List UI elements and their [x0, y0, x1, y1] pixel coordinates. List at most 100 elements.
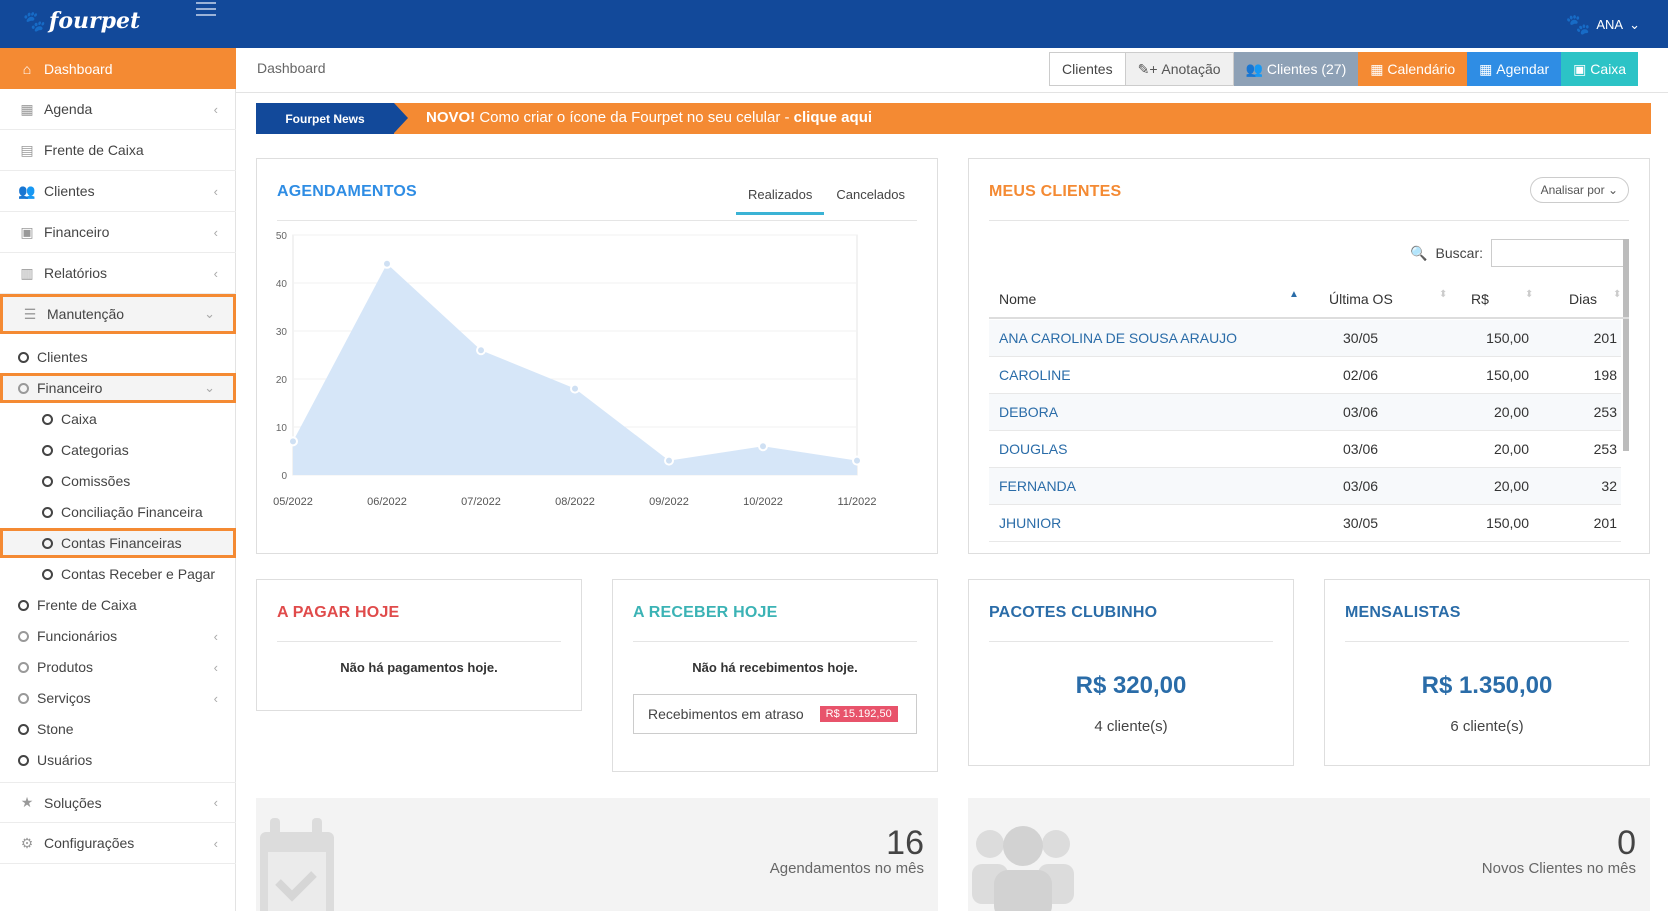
calendario-button[interactable]: ▦ Calendário	[1358, 52, 1468, 86]
column-nome[interactable]: Nome	[999, 291, 1036, 307]
submenu-caixa[interactable]: Caixa	[42, 404, 97, 434]
table-row[interactable]: DOUGLAS 03/06 20,00 253	[989, 431, 1621, 468]
tab-cancelados[interactable]: Cancelados	[824, 181, 917, 215]
search-icon: 🔍	[1410, 244, 1428, 261]
button-label: Caixa	[1590, 61, 1627, 77]
chevron-left-icon: ‹	[213, 795, 218, 810]
news-arrow	[394, 103, 408, 133]
data-point	[476, 345, 486, 356]
sidebar-item-configuracoes[interactable]: ⚙ Configurações ‹	[0, 823, 236, 864]
sidebar-item-relatorios[interactable]: ▥ Relatórios ‹	[0, 253, 236, 294]
client-name-link[interactable]: CAROLINE	[999, 367, 1071, 383]
chevron-left-icon: ‹	[213, 659, 218, 675]
table-scrollbar[interactable]	[1623, 239, 1629, 451]
submenu-clientes[interactable]: Clientes	[18, 342, 88, 372]
column-ultima-os[interactable]: Última OS	[1329, 291, 1393, 307]
chevron-down-icon: ⌄	[204, 380, 215, 395]
submenu-produtos[interactable]: Produtos ‹	[18, 652, 236, 682]
sidebar-item-clientes[interactable]: 👥 Clientes ‹	[0, 171, 236, 212]
stat-agendamentos: 16 Agendamentos no mês	[256, 798, 938, 911]
sort-icon: ⬍	[1525, 289, 1534, 300]
user-menu[interactable]: 🐾 ANA ⌄	[1565, 12, 1640, 37]
stat-value: 16	[886, 824, 924, 862]
clientes-button[interactable]: Clientes	[1049, 52, 1126, 86]
users-icon: 👥	[1245, 60, 1267, 77]
sidebar-item-label: Frente de Caixa	[44, 142, 144, 158]
home-icon: ⌂	[22, 60, 32, 77]
stat-novos-clientes: 0 Novos Clientes no mês	[968, 798, 1650, 911]
submenu-conciliacao-financeira[interactable]: Conciliação Financeira	[42, 497, 203, 527]
submenu-usuarios[interactable]: Usuários	[18, 745, 92, 775]
circle-icon	[18, 351, 29, 363]
sidebar-item-solucoes[interactable]: ★ Soluções ‹	[0, 782, 236, 823]
caixa-button[interactable]: ▣ Caixa	[1561, 52, 1639, 86]
client-name-link[interactable]: DOUGLAS	[999, 441, 1067, 457]
client-name-link[interactable]: DEBORA	[999, 404, 1058, 420]
sidebar-item-label: Relatórios	[44, 265, 108, 281]
valor-cell: 150,00	[1486, 515, 1529, 531]
cogs-icon: ⚙	[20, 834, 34, 851]
fourpet-logo[interactable]: 🐾 fourpet	[20, 8, 140, 34]
sidebar-item-manutencao[interactable]: ☰ Manutenção ⌄	[0, 294, 236, 334]
search-input[interactable]	[1491, 239, 1629, 267]
dias-cell: 32	[1601, 478, 1617, 494]
data-point	[570, 383, 580, 394]
sidebar-item-label: Configurações	[44, 835, 135, 851]
agendar-button[interactable]: ▦ Agendar	[1467, 52, 1562, 86]
y-tick-label: 20	[276, 375, 288, 386]
table-row[interactable]: ANA CAROLINA DE SOUSA ARAUJO 30/05 150,00 2…	[989, 320, 1621, 357]
recebimentos-atraso[interactable]: Recebimentos em atraso R$ 15.192,50	[633, 694, 917, 734]
calendar-check-icon	[260, 818, 334, 911]
submenu-comissoes[interactable]: Comissões	[42, 466, 130, 496]
sidebar-item-label: Financeiro	[44, 224, 110, 240]
y-tick-label: 40	[276, 279, 288, 290]
tab-realizados[interactable]: Realizados	[736, 181, 825, 215]
chevron-left-icon: ‹	[213, 101, 218, 117]
analisar-por-dropdown[interactable]: Analisar por ⌄	[1529, 177, 1629, 203]
submenu-label: Contas Financeiras	[61, 535, 182, 551]
news-text[interactable]: NOVO! Como criar o ícone da Fourpet no s…	[426, 109, 872, 126]
clientes-count-button[interactable]: 👥 Clientes (27)	[1233, 52, 1359, 86]
y-tick-label: 30	[276, 327, 288, 338]
circle-icon	[42, 506, 53, 518]
card-title: MEUS CLIENTES	[989, 183, 1122, 200]
menu-toggle-icon[interactable]	[196, 2, 216, 20]
user-name: ANA	[1596, 17, 1624, 32]
submenu-frente-de-caixa[interactable]: Frente de Caixa	[18, 590, 137, 620]
sidebar-item-financeiro[interactable]: ▣ Financeiro ‹	[0, 212, 236, 253]
submenu-stone[interactable]: Stone	[18, 714, 74, 744]
news-banner[interactable]: Fourpet News NOVO! Como criar o ícone da…	[256, 103, 1651, 134]
table-row[interactable]: DEBORA 03/06 20,00 253	[989, 394, 1621, 431]
news-link[interactable]: clique aqui	[794, 109, 872, 126]
client-name-link[interactable]: FERNANDA	[999, 478, 1076, 494]
circle-icon	[18, 723, 29, 735]
sidebar-item-frente-de-caixa[interactable]: ▤ Frente de Caixa	[0, 130, 236, 171]
table-row[interactable]: CAROLINE 02/06 150,00 198	[989, 357, 1621, 394]
news-prefix: NOVO!	[426, 109, 476, 126]
anotacao-button[interactable]: ✎+ Anotação	[1125, 52, 1234, 86]
top-navbar: 🐾 fourpet 🐾 ANA ⌄	[0, 0, 1668, 48]
client-name-link[interactable]: ANA CAROLINA DE SOUSA ARAUJO	[999, 330, 1237, 346]
sort-icon: ⬍	[1613, 289, 1622, 300]
table-row[interactable]: JHUNIOR 30/05 150,00 201	[989, 505, 1621, 542]
mensalistas-clients: 6 cliente(s)	[1450, 718, 1524, 735]
submenu-funcionarios[interactable]: Funcionários ‹	[18, 621, 236, 651]
client-name-link[interactable]: JHUNIOR	[999, 515, 1061, 531]
submenu-contas-financeiras[interactable]: Contas Financeiras	[0, 528, 236, 558]
column-rs[interactable]: R$	[1471, 291, 1489, 307]
submenu-financeiro[interactable]: Financeiro ⌄	[0, 373, 236, 403]
mensalistas-card: MENSALISTAS R$ 1.350,00 6 cliente(s)	[1324, 579, 1650, 766]
sidebar-item-agenda[interactable]: ▦ Agenda ‹	[0, 89, 236, 130]
column-dias[interactable]: Dias	[1569, 291, 1597, 307]
late-value-badge: R$ 15.192,50	[819, 706, 898, 722]
card-title: A PAGAR HOJE	[277, 604, 400, 621]
money-icon: ▣	[1573, 60, 1591, 77]
x-tick-label: 07/2022	[461, 496, 501, 508]
submenu-categorias[interactable]: Categorias	[42, 435, 129, 465]
table-row[interactable]: FERNANDA 03/06 20,00 32	[989, 468, 1621, 505]
users-icon: 👥	[18, 182, 36, 199]
sidebar-item-dashboard[interactable]: ⌂ Dashboard	[0, 48, 236, 89]
submenu-contas-receber-pagar[interactable]: Contas Receber e Pagar	[42, 559, 215, 589]
submenu-servicos[interactable]: Serviços ‹	[18, 683, 236, 713]
ultima-os-cell: 03/06	[1343, 404, 1379, 420]
